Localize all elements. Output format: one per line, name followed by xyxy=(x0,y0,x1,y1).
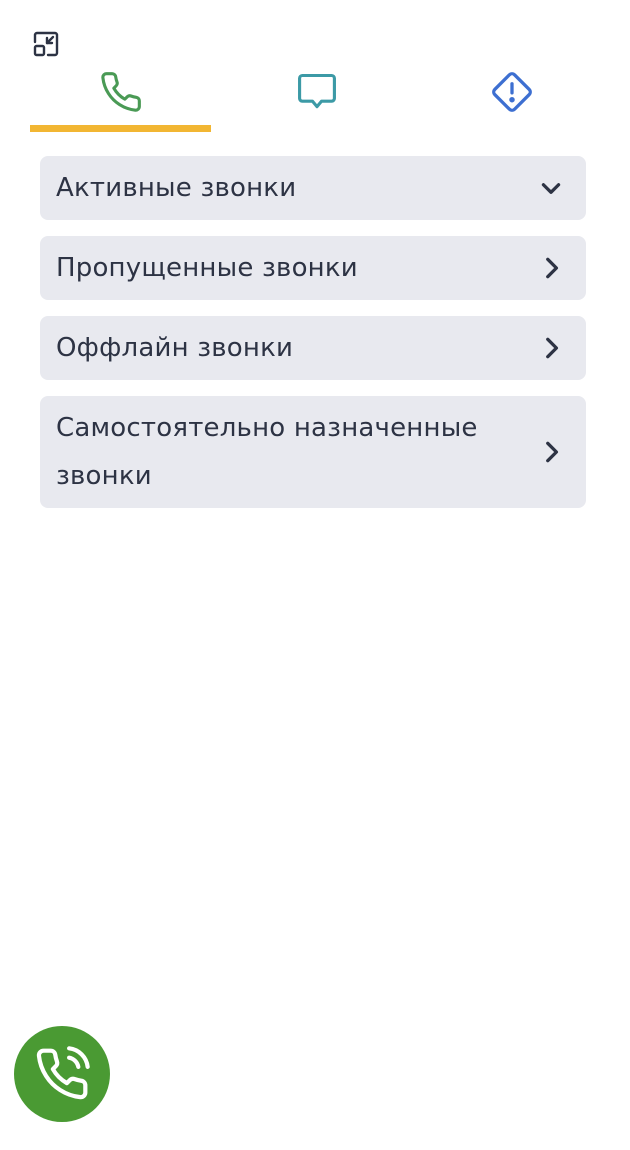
tab-chats[interactable] xyxy=(211,66,423,132)
chevron-right-icon xyxy=(538,335,564,361)
phone-ringing-icon xyxy=(36,1046,90,1100)
warning-diamond-icon xyxy=(491,72,532,112)
section-offline-calls[interactable]: Оффлайн звонки xyxy=(40,316,586,380)
call-sections-list: Активные звонки Пропущенные звонки Оффла… xyxy=(40,156,586,524)
chevron-down-icon xyxy=(538,175,564,201)
call-button[interactable] xyxy=(14,1026,110,1122)
section-label: Пропущенные звонки xyxy=(56,253,358,283)
phone-icon xyxy=(100,72,141,112)
tab-calls[interactable] xyxy=(30,66,211,132)
chevron-right-icon xyxy=(538,439,564,465)
section-self-assigned-calls[interactable]: Самостоятельно назначенные звонки xyxy=(40,396,586,508)
section-label: Оффлайн звонки xyxy=(56,333,294,363)
minimize-icon xyxy=(33,31,59,57)
chevron-right-icon xyxy=(538,255,564,281)
section-active-calls[interactable]: Активные звонки xyxy=(40,156,586,220)
minimize-button[interactable] xyxy=(30,28,62,60)
section-label: Самостоятельно назначенные звонки xyxy=(56,413,478,491)
calls-panel: Активные звонки Пропущенные звонки Оффла… xyxy=(0,0,630,1150)
chat-bubble-icon xyxy=(298,73,336,109)
tab-alerts[interactable] xyxy=(423,66,600,132)
section-missed-calls[interactable]: Пропущенные звонки xyxy=(40,236,586,300)
section-label: Активные звонки xyxy=(56,173,297,203)
tab-bar xyxy=(30,66,600,132)
